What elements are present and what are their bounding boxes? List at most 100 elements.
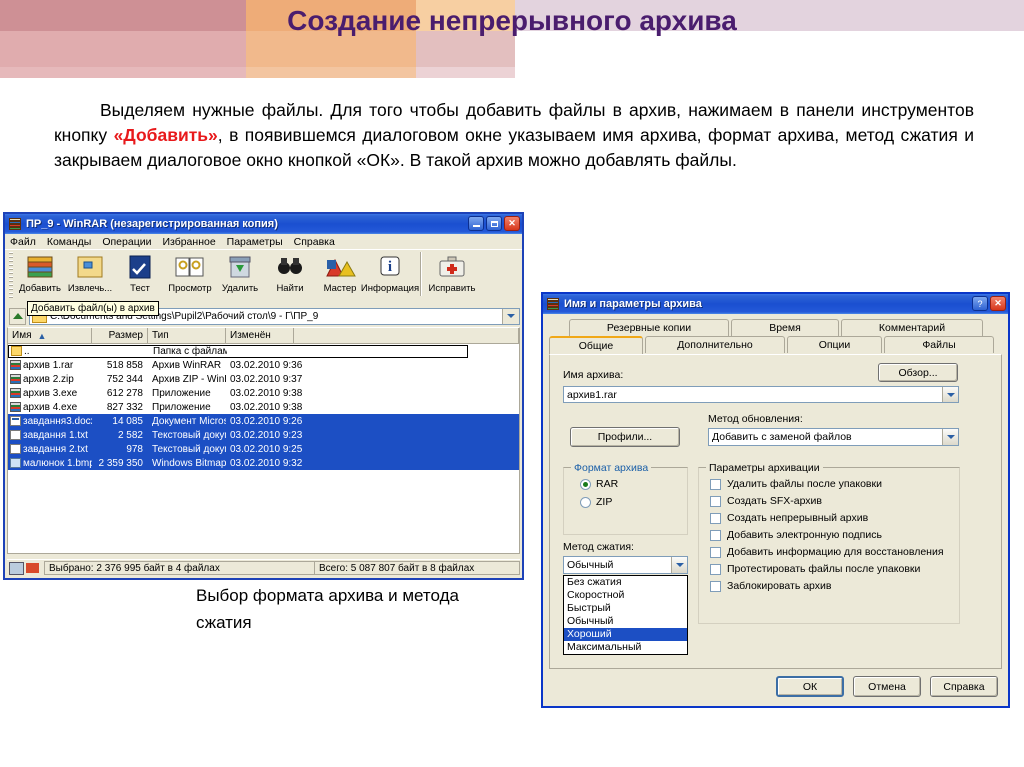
checkbox-test-after-archiving[interactable]: Протестировать файлы после упаковки bbox=[710, 563, 959, 575]
toolbar-button-view[interactable]: Просмотр bbox=[165, 252, 215, 294]
row-size: 827 332 bbox=[106, 401, 143, 413]
row-name: завдання3.docx bbox=[23, 415, 92, 427]
archive-name-chevron-down-icon[interactable] bbox=[942, 387, 958, 402]
checkbox-label: Создать непрерывный архив bbox=[727, 512, 869, 524]
key-icon bbox=[26, 563, 39, 573]
column-header-name[interactable]: Имя ▲ bbox=[8, 328, 92, 343]
toolbar-button-test[interactable]: Тест bbox=[115, 252, 165, 294]
table-row[interactable]: завдання 2.txt 978 Текстовый документ 03… bbox=[8, 442, 519, 456]
extract-icon bbox=[73, 252, 107, 282]
menu-item-options[interactable]: Параметры bbox=[227, 236, 283, 248]
maximize-button[interactable] bbox=[486, 216, 502, 231]
toolbar-grip[interactable] bbox=[9, 252, 13, 300]
compression-method-dropdown[interactable]: Без сжатия Скоростной Быстрый Обычный Хо… bbox=[563, 575, 688, 655]
toolbar-button-wizard[interactable]: Мастер bbox=[315, 252, 365, 294]
toolbar-button-info[interactable]: i Информация bbox=[361, 252, 419, 294]
toolbar-separator bbox=[420, 252, 422, 296]
toolbar-button-repair[interactable]: Исправить bbox=[427, 252, 477, 294]
up-folder-button[interactable] bbox=[9, 307, 26, 325]
table-row[interactable]: архив 4.exe 827 332 Приложение 03.02.201… bbox=[8, 400, 519, 414]
address-chevron-down-icon[interactable] bbox=[502, 308, 519, 324]
row-name: архив 2.zip bbox=[23, 373, 74, 385]
radio-rar[interactable]: RAR bbox=[580, 478, 687, 490]
checkbox-delete-after-archiving[interactable]: Удалить файлы после упаковки bbox=[710, 478, 959, 490]
toolbar-button-extract[interactable]: Извлечь... bbox=[65, 252, 115, 294]
row-modified: 03.02.2010 9:36 bbox=[230, 359, 303, 371]
profiles-button[interactable]: Профили... bbox=[570, 427, 680, 447]
radio-zip[interactable]: ZIP bbox=[580, 496, 687, 508]
rar-icon bbox=[10, 388, 21, 398]
checkbox-add-signature[interactable]: Добавить электронную подпись bbox=[710, 529, 959, 541]
row-size: 2 582 bbox=[117, 429, 143, 441]
dialog-tab-row-top: Резервные копии Время Комментарий bbox=[549, 319, 1002, 336]
doc-icon bbox=[10, 416, 21, 426]
dropdown-item-good[interactable]: Хороший bbox=[564, 628, 687, 641]
menu-item-commands[interactable]: Команды bbox=[47, 236, 92, 248]
table-row[interactable]: архив 3.exe 612 278 Приложение 03.02.201… bbox=[8, 386, 519, 400]
checkbox-lock-archive[interactable]: Заблокировать архив bbox=[710, 580, 959, 592]
menu-item-operations[interactable]: Операции bbox=[102, 236, 151, 248]
tab-options[interactable]: Опции bbox=[787, 336, 882, 353]
toolbar-button-find[interactable]: Найти bbox=[265, 252, 315, 294]
archive-name-input[interactable]: архив1.rar bbox=[563, 386, 959, 403]
ok-button[interactable]: ОК bbox=[776, 676, 844, 697]
column-header-modified[interactable]: Изменён bbox=[226, 328, 294, 343]
row-name: архив 4.exe bbox=[23, 401, 78, 413]
dropdown-item-best[interactable]: Максимальный bbox=[564, 641, 687, 654]
help-button[interactable]: ? bbox=[972, 296, 988, 311]
browse-button[interactable]: Обзор... bbox=[878, 363, 958, 382]
txt-icon bbox=[10, 430, 21, 440]
tab-comment[interactable]: Комментарий bbox=[841, 319, 983, 336]
compression-chevron-down-icon[interactable] bbox=[671, 557, 687, 573]
view-icon bbox=[173, 252, 207, 282]
row-size: 978 bbox=[126, 443, 143, 455]
menu-item-file[interactable]: Файл bbox=[10, 236, 36, 248]
winrar-books-icon bbox=[8, 217, 23, 231]
toolbar-button-delete[interactable]: Удалить bbox=[215, 252, 265, 294]
checkbox-create-sfx[interactable]: Создать SFX-архив bbox=[710, 495, 959, 507]
column-header-size[interactable]: Размер bbox=[92, 328, 148, 343]
table-row[interactable]: архив 2.zip 752 344 Архив ZIP - WinRAR 0… bbox=[8, 372, 519, 386]
tab-general[interactable]: Общие bbox=[549, 336, 643, 354]
tab-time[interactable]: Время bbox=[731, 319, 839, 336]
table-row[interactable]: малюнок 1.bmp 2 359 350 Windows Bitmap I… bbox=[8, 456, 519, 470]
file-list-header: Имя ▲ Размер Тип Изменён bbox=[8, 328, 519, 344]
dialog-tab-panel-general: Имя архива: Обзор... архив1.rar Метод об… bbox=[549, 354, 1002, 669]
winrar-window-buttons: ✕ bbox=[468, 216, 520, 231]
archiving-options-group-label: Параметры архивации bbox=[706, 462, 823, 474]
list-item[interactable]: .. Папка с файлами bbox=[8, 344, 519, 358]
row-name: малюнок 1.bmp bbox=[23, 457, 92, 469]
dialog-title-bar[interactable]: Имя и параметры архива ? ✕ bbox=[543, 294, 1008, 314]
winrar-title-bar[interactable]: ПР_9 - WinRAR (незарегистрированная копи… bbox=[5, 214, 522, 234]
cancel-button[interactable]: Отмена bbox=[853, 676, 921, 697]
dropdown-item-no-compression[interactable]: Без сжатия bbox=[564, 576, 687, 589]
table-row[interactable]: архив 1.rar 518 858 Архив WinRAR 03.02.2… bbox=[8, 358, 519, 372]
close-button[interactable]: ✕ bbox=[504, 216, 520, 231]
compression-method-combo[interactable]: Обычный bbox=[563, 556, 688, 574]
menu-item-help[interactable]: Справка bbox=[294, 236, 335, 248]
row-modified: 03.02.2010 9:25 bbox=[230, 443, 303, 455]
menu-item-favorites[interactable]: Избранное bbox=[162, 236, 215, 248]
row-type: Архив WinRAR bbox=[152, 359, 222, 371]
tab-backup-copies[interactable]: Резервные копии bbox=[569, 319, 729, 336]
minimize-button[interactable] bbox=[468, 216, 484, 231]
tab-advanced[interactable]: Дополнительно bbox=[645, 336, 785, 353]
table-row[interactable]: завдання3.docx 14 085 Документ Microsof.… bbox=[8, 414, 519, 428]
update-method-combo[interactable]: Добавить с заменой файлов bbox=[708, 428, 959, 446]
dialog-close-button[interactable]: ✕ bbox=[990, 296, 1006, 311]
toolbar-button-add[interactable]: Добавить bbox=[15, 252, 65, 294]
checkbox-add-recovery-record[interactable]: Добавить информацию для восстановления bbox=[710, 546, 959, 558]
column-header-type[interactable]: Тип bbox=[148, 328, 226, 343]
dropdown-item-fastest[interactable]: Скоростной bbox=[564, 589, 687, 602]
tab-files[interactable]: Файлы bbox=[884, 336, 994, 353]
update-method-chevron-down-icon[interactable] bbox=[942, 429, 958, 445]
checkbox-icon bbox=[710, 529, 721, 541]
winrar-file-list[interactable]: Имя ▲ Размер Тип Изменён .. Папка с файла… bbox=[7, 327, 520, 554]
dropdown-item-normal[interactable]: Обычный bbox=[564, 615, 687, 628]
help-button[interactable]: Справка bbox=[930, 676, 998, 697]
checkbox-label: Добавить информацию для восстановления bbox=[727, 546, 944, 558]
checkbox-create-solid-archive[interactable]: Создать непрерывный архив bbox=[710, 512, 959, 524]
sort-arrow-icon: ▲ bbox=[37, 330, 47, 341]
table-row[interactable]: завдання 1.txt 2 582 Текстовый документ … bbox=[8, 428, 519, 442]
dropdown-item-fast[interactable]: Быстрый bbox=[564, 602, 687, 615]
